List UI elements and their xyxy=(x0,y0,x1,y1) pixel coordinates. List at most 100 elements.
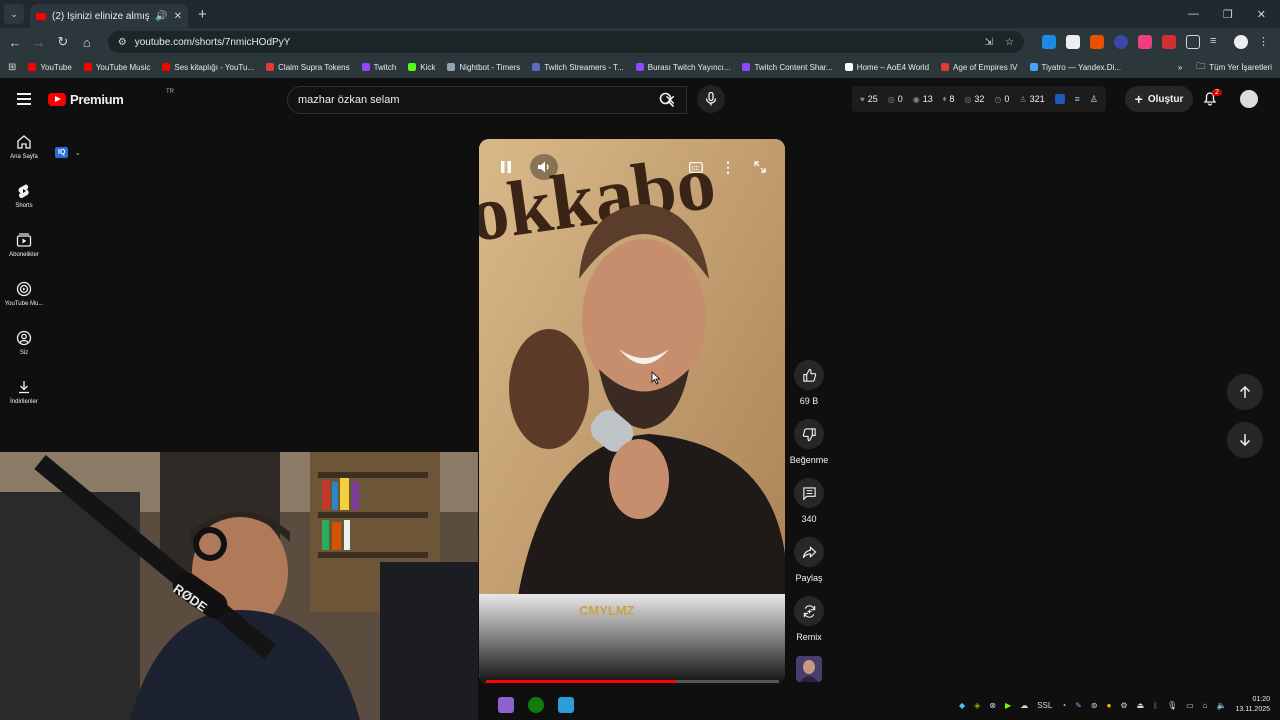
close-window-icon[interactable]: ✕ xyxy=(1257,8,1266,21)
fullscreen-button[interactable] xyxy=(749,154,771,180)
dislike-button[interactable]: Beğenme xyxy=(787,419,831,478)
nvidia-icon[interactable]: ◈ xyxy=(974,701,980,710)
steam-icon[interactable]: ⊚ xyxy=(1091,701,1098,710)
bookmark-item[interactable]: Twitch Streamers - T... xyxy=(532,63,624,72)
usb-icon[interactable]: ⏏ xyxy=(1137,701,1145,710)
install-app-icon[interactable]: ⇲ xyxy=(985,37,993,48)
bookmark-label: Twitch xyxy=(373,62,397,72)
pen-icon[interactable]: ✎ xyxy=(1075,701,1082,710)
new-tab-button[interactable]: + xyxy=(198,6,207,23)
forward-button[interactable]: → xyxy=(32,35,46,50)
eye-stat-icon: ◉ xyxy=(912,94,920,104)
extension-icon[interactable] xyxy=(1065,35,1080,49)
stats-extension-icon[interactable] xyxy=(1054,94,1065,104)
browser-menu-icon[interactable]: ⋮ xyxy=(1258,35,1272,49)
logo-text: Premium xyxy=(70,92,124,107)
gear-icon[interactable]: ⚙ xyxy=(1120,701,1127,710)
speaker-icon[interactable]: 🔈 xyxy=(1217,701,1227,710)
sidebar-item-downloads[interactable]: İndirilenler xyxy=(0,367,48,416)
like-button[interactable]: 69 B xyxy=(787,360,831,419)
sidebar-item-shorts[interactable]: Shorts xyxy=(0,171,48,220)
close-tab-icon[interactable]: ✕ xyxy=(174,11,182,22)
bookmark-star-icon[interactable]: ☆ xyxy=(1005,37,1014,48)
reload-button[interactable]: ↻ xyxy=(56,34,70,50)
audio-playing-icon[interactable]: 🔊 xyxy=(155,11,167,22)
bookmark-item[interactable]: Tiyatro — Yandex.Di... xyxy=(1029,63,1121,72)
reading-list-icon[interactable]: ≡ xyxy=(1210,35,1224,49)
pause-button[interactable] xyxy=(495,154,517,180)
home-button[interactable]: ⌂ xyxy=(80,35,94,50)
ssl-label[interactable]: SSL xyxy=(1037,701,1052,710)
bookmark-item[interactable]: Twitch Content Shar... xyxy=(742,63,833,72)
comment-count: 340 xyxy=(801,514,817,524)
stats-list-icon[interactable]: ≡ xyxy=(1075,94,1080,104)
iq-extension-chip[interactable]: IQ ⌄ xyxy=(55,147,81,158)
video-progress-bar[interactable] xyxy=(486,680,779,683)
account-avatar[interactable] xyxy=(1240,90,1258,108)
bookmark-item[interactable]: Claim Supra Tokens xyxy=(266,63,350,72)
address-bar[interactable]: ⚙ youtube.com/shorts/7nmicHOdPyY ⇲ ☆ xyxy=(107,31,1024,53)
tray-app-icon[interactable]: ◆ xyxy=(959,701,965,710)
bookmark-item[interactable]: Burası Twitch Yayıncı... xyxy=(635,63,730,72)
sidebar-item-home[interactable]: Ana Sayfa xyxy=(0,122,48,171)
pdf-extension-icon[interactable] xyxy=(1161,35,1176,49)
chrome-icon[interactable]: ● xyxy=(1107,701,1112,710)
back-button[interactable]: ← xyxy=(8,35,22,50)
volume-button[interactable] xyxy=(530,154,558,180)
sound-source-thumbnail[interactable] xyxy=(796,656,822,682)
menu-hamburger-icon[interactable] xyxy=(17,93,31,105)
minimize-icon[interactable]: — xyxy=(1188,8,1199,21)
sidebar-item-subscriptions[interactable]: Abonelikler xyxy=(0,220,48,269)
sidebar-item-you[interactable]: Siz xyxy=(0,318,48,367)
site-info-icon[interactable]: ⚙ xyxy=(118,37,127,48)
previous-short-button[interactable] xyxy=(1227,374,1263,410)
twitch-studio-icon[interactable] xyxy=(498,697,514,713)
share-button[interactable]: Paylaş xyxy=(787,537,831,596)
bookmark-item[interactable]: Ses kitaplığı - YouTu... xyxy=(162,63,254,72)
comments-button[interactable]: 340 xyxy=(787,478,831,537)
next-short-button[interactable] xyxy=(1227,422,1263,458)
microphone-tray-icon[interactable]: 🎙 xyxy=(1167,701,1177,710)
remix-button[interactable]: Remix xyxy=(787,596,831,655)
apps-grid-icon[interactable]: ⊞ xyxy=(8,62,16,73)
bookmark-item[interactable]: Age of Empires IV xyxy=(941,63,1018,72)
monitor-icon[interactable]: ▭ xyxy=(1186,701,1194,710)
more-options-button[interactable]: ⋮ xyxy=(719,154,737,180)
clock-tray-icon[interactable]: ◔ xyxy=(1061,701,1066,710)
restore-icon[interactable]: ❐ xyxy=(1223,8,1233,21)
extension-icon[interactable] xyxy=(1089,35,1104,49)
bluetooth-icon[interactable]: ᛒ xyxy=(1153,701,1158,710)
search-button[interactable] xyxy=(648,86,686,114)
window-app-icon[interactable] xyxy=(558,697,574,713)
bookmark-item[interactable]: Kick xyxy=(408,63,435,72)
create-button[interactable]: + Oluştur xyxy=(1125,86,1193,112)
profile-avatar-icon[interactable] xyxy=(1233,35,1248,49)
bookmark-item[interactable]: Twitch xyxy=(361,62,397,72)
extension-icon[interactable] xyxy=(1137,35,1152,49)
link-icon[interactable]: ⊗ xyxy=(989,701,996,710)
search-input[interactable]: mazhar özkan selam ✕ xyxy=(287,86,687,114)
extensions-puzzle-icon[interactable] xyxy=(1185,35,1200,49)
shorts-video-player[interactable]: okkabo CMYLMZ CC ⋮ xyxy=(479,139,785,684)
trophy-icon[interactable]: ♙ xyxy=(1090,94,1098,105)
bookmark-item[interactable]: YouTube Music xyxy=(83,63,150,72)
bookmarks-more-button[interactable]: » xyxy=(1178,63,1182,72)
network-icon[interactable]: ⌂ xyxy=(1203,701,1208,710)
bookmark-item[interactable]: YouTube xyxy=(28,63,72,72)
extension-icon[interactable] xyxy=(1113,35,1128,49)
tab-search-button[interactable]: ⌄ xyxy=(4,4,24,24)
translate-extension-icon[interactable] xyxy=(1041,35,1056,49)
captions-button[interactable]: CC xyxy=(685,154,707,180)
notification-count-badge: 2 xyxy=(1212,89,1222,96)
youtube-premium-logo[interactable]: Premium TR xyxy=(48,89,174,107)
bookmark-item[interactable]: Home – AoE4 World xyxy=(844,63,929,72)
bookmark-item[interactable]: Nightbot - Timers xyxy=(447,63,520,72)
all-bookmarks-folder[interactable]: 🗀 Tüm Yer İşaretleri xyxy=(1196,59,1272,75)
voice-search-button[interactable] xyxy=(697,85,725,113)
sidebar-item-youtube-music[interactable]: YouTube Mu... xyxy=(0,269,48,318)
taskbar-clock[interactable]: 01:20 13.11.2025 xyxy=(1235,695,1270,715)
cloud-icon[interactable]: ☁ xyxy=(1020,701,1028,710)
browser-tab-active[interactable]: (2) İşinizi elinize almışsınız 🔊 ✕ xyxy=(30,4,188,28)
xbox-icon[interactable] xyxy=(528,697,544,713)
play-tray-icon[interactable]: ▶ xyxy=(1005,701,1011,710)
